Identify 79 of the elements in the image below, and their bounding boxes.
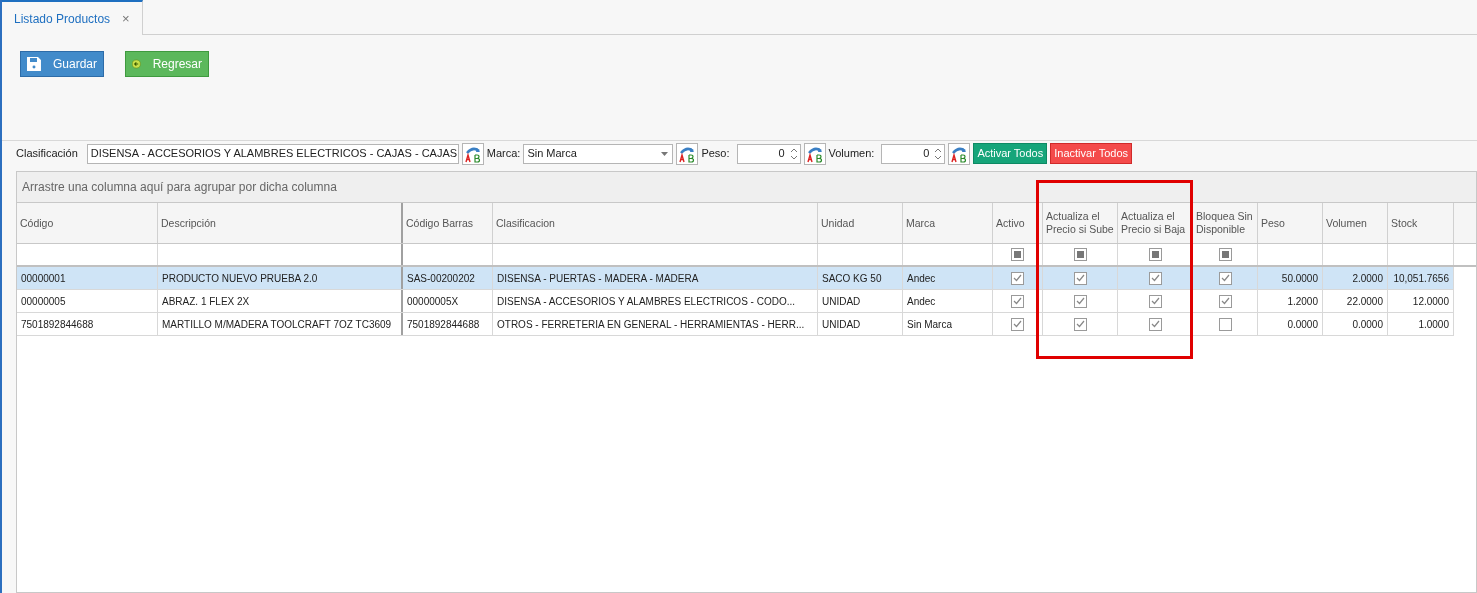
table-cell-text: PRODUCTO NUEVO PRUEBA 2.0 (162, 271, 318, 286)
table-cell-text: 22.0000 (1346, 294, 1383, 309)
spin-arrows-icon (935, 147, 942, 160)
table-cell-text: 1.2000 (1287, 294, 1318, 309)
sort-ab-button[interactable] (676, 142, 699, 165)
checkbox[interactable] (1073, 317, 1087, 331)
table-cell-text: 50.0000 (1281, 271, 1318, 286)
checkbox[interactable] (1011, 294, 1024, 308)
table-cell-text: 7501892844688 (21, 317, 94, 332)
table-cell-text: OTROS - FERRETERIA EN GENERAL - HERRAMIENTAS - HERR... (497, 317, 805, 332)
table-cell-text: Andec (907, 294, 936, 309)
table-cell-text: 0.0000 (1352, 317, 1383, 332)
dropdown-field[interactable]: DISENSA - ACCESORIOS Y ALAMBRES ELECTRICOS - CAJAS - CAJAS (86, 143, 459, 164)
column-header[interactable]: Actualiza el Precio si Baja (1121, 210, 1189, 236)
table-cell-text: MARTILLO M/MADERA TOOLCRAFT 7OZ TC3609 (162, 317, 392, 332)
column-header[interactable]: Volumen (1326, 216, 1367, 230)
spin-field[interactable]: 0 (736, 143, 801, 164)
sort-ab-button[interactable] (461, 142, 484, 165)
field-label: Clasificación (16, 146, 78, 162)
filter-checkbox[interactable] (1011, 248, 1024, 261)
column-header[interactable]: Descripción (161, 216, 216, 230)
tab[interactable]: Listado Productos × (2, 0, 143, 35)
field-label: Marca: (486, 146, 521, 162)
table-cell-text: ABRAZ. 1 FLEX 2X (162, 294, 250, 309)
table-cell-text: 0.0000 (1287, 317, 1318, 332)
table-cell-text: 2.0000 (1352, 271, 1383, 286)
table-cell-text: DISENSA - ACCESORIOS Y ALAMBRES ELECTRICOS - CODO... (497, 294, 796, 309)
column-header[interactable]: Stock (1391, 216, 1418, 230)
table-cell-text: 1.0000 (1418, 317, 1449, 332)
table-cell-text: UNIDAD (822, 317, 861, 332)
spin-field[interactable]: 0 (881, 143, 946, 164)
checkbox[interactable] (1011, 317, 1024, 331)
table-row[interactable]: 7501892844688 MARTILLO M/MADERA TOOLCRAFT 7OZ TC3609 7501892844688 OTROS - FERRETERIA EN GENERAL - HERRAMIENTAS - HERR... UNIDAD Sin Marca 0.0000 0.0000 1.0000 (17, 313, 1454, 336)
checkbox[interactable] (1148, 317, 1162, 331)
caret-icon (661, 151, 669, 156)
field-label: Peso: (701, 146, 730, 162)
column-header[interactable]: Actualiza el Precio si Sube (1046, 210, 1114, 236)
filter-checkbox[interactable] (1148, 248, 1162, 261)
table-cell-text: Sin Marca (907, 317, 952, 332)
table-row[interactable]: 00000005 ABRAZ. 1 FLEX 2X 00000005X DISENSA - ACCESORIOS Y ALAMBRES ELECTRICOS - CODO... UNIDAD Andec 1.2000 22.0000 12.0000 (17, 290, 1454, 313)
dropdown-field[interactable]: Sin Marca (523, 143, 674, 164)
column-header[interactable]: Código Barras (406, 216, 474, 230)
spin-arrows-icon (790, 147, 797, 160)
checkbox[interactable] (1218, 271, 1232, 285)
table-cell-text: UNIDAD (822, 294, 861, 309)
filter-checkbox[interactable] (1073, 248, 1087, 261)
checkbox[interactable] (1073, 271, 1087, 285)
column-header[interactable]: Peso (1261, 216, 1285, 230)
table-cell-text: 12.0000 (1412, 294, 1449, 309)
save-button[interactable]: Guardar (20, 51, 104, 77)
table-cell-text: 00000005X (407, 294, 459, 309)
sort-ab-button[interactable] (948, 142, 971, 165)
table-cell-text: 00000001 (21, 271, 66, 286)
close-icon[interactable]: × (122, 8, 130, 29)
table-cell-text: SACO KG 50 (822, 271, 882, 286)
column-header[interactable]: Marca (906, 216, 936, 230)
filter-checkbox[interactable] (1218, 248, 1232, 261)
checkbox[interactable] (1073, 294, 1087, 308)
table-row[interactable]: 00000001 PRODUCTO NUEVO PRUEBA 2.0 SAS-00200202 DISENSA - PUERTAS - MADERA - MADERA SACO KG 50 Andec 50.0000 2.0000 10,051.7656 (17, 267, 1454, 290)
checkbox[interactable] (1148, 294, 1162, 308)
deactivate-all-button[interactable]: Inactivar Todos (1050, 143, 1132, 164)
group-panel: Arrastre una columna aquí para agrupar por dicha columna (17, 172, 1476, 203)
checkbox[interactable] (1218, 317, 1232, 331)
column-header[interactable]: Clasificacion (496, 216, 555, 230)
table-cell-text: 10,051.7656 (1393, 271, 1449, 286)
checkbox[interactable] (1148, 271, 1162, 285)
table-cell-text: Andec (907, 271, 936, 286)
sort-ab-button[interactable] (803, 142, 826, 165)
table-cell-text: 7501892844688 (407, 317, 480, 332)
column-header[interactable]: Unidad (821, 216, 855, 230)
table-cell-text: 00000005 (21, 294, 66, 309)
field-label: Volumen: (828, 146, 875, 162)
column-header[interactable]: Bloquea Sin Disponible (1196, 210, 1254, 236)
checkbox[interactable] (1011, 271, 1024, 285)
table-cell-text: SAS-00200202 (407, 271, 475, 286)
checkbox[interactable] (1218, 294, 1232, 308)
column-header[interactable]: Activo (996, 216, 1025, 230)
table-cell-text: DISENSA - PUERTAS - MADERA - MADERA (497, 271, 699, 286)
column-header[interactable]: Código (20, 216, 54, 230)
